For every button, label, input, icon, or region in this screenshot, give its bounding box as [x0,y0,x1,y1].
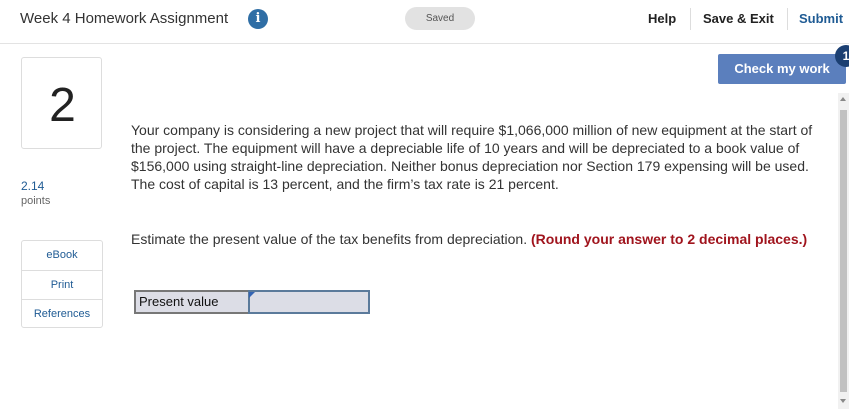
saved-status-badge: Saved [405,7,475,30]
top-bar: Week 4 Homework Assignment i Saved Help … [0,0,849,44]
save-exit-button[interactable]: Save & Exit [703,11,774,26]
resources-panel: eBook Print References [21,240,103,328]
present-value-input[interactable] [248,290,370,314]
submit-button[interactable]: Submit [799,11,843,26]
info-icon[interactable]: i [248,9,268,29]
question-text: Your company is considering a new projec… [131,122,813,192]
scroll-up-icon[interactable] [840,97,846,101]
print-link[interactable]: Print [22,270,102,299]
check-my-work-button[interactable]: Check my work [718,54,846,84]
instruction-text: Estimate the present value of the tax be… [131,231,528,247]
points-label: points [21,195,51,207]
help-button[interactable]: Help [648,11,676,26]
assignment-title: Week 4 Homework Assignment [20,10,229,27]
scrollbar-thumb[interactable] [840,110,847,392]
points-value: 2.14 [21,179,45,193]
divider [787,8,788,30]
rounding-note: (Round your answer to 2 decimal places.) [531,231,808,247]
divider [690,8,691,30]
flag-icon [249,292,255,298]
ebook-link[interactable]: eBook [22,241,102,270]
present-value-label: Present value [134,290,248,314]
references-link[interactable]: References [22,299,102,328]
question-instruction: Estimate the present value of the tax be… [131,230,831,248]
scroll-down-icon[interactable] [840,399,846,403]
question-number: 2 [49,79,76,132]
question-number-box: 2 [21,57,102,149]
